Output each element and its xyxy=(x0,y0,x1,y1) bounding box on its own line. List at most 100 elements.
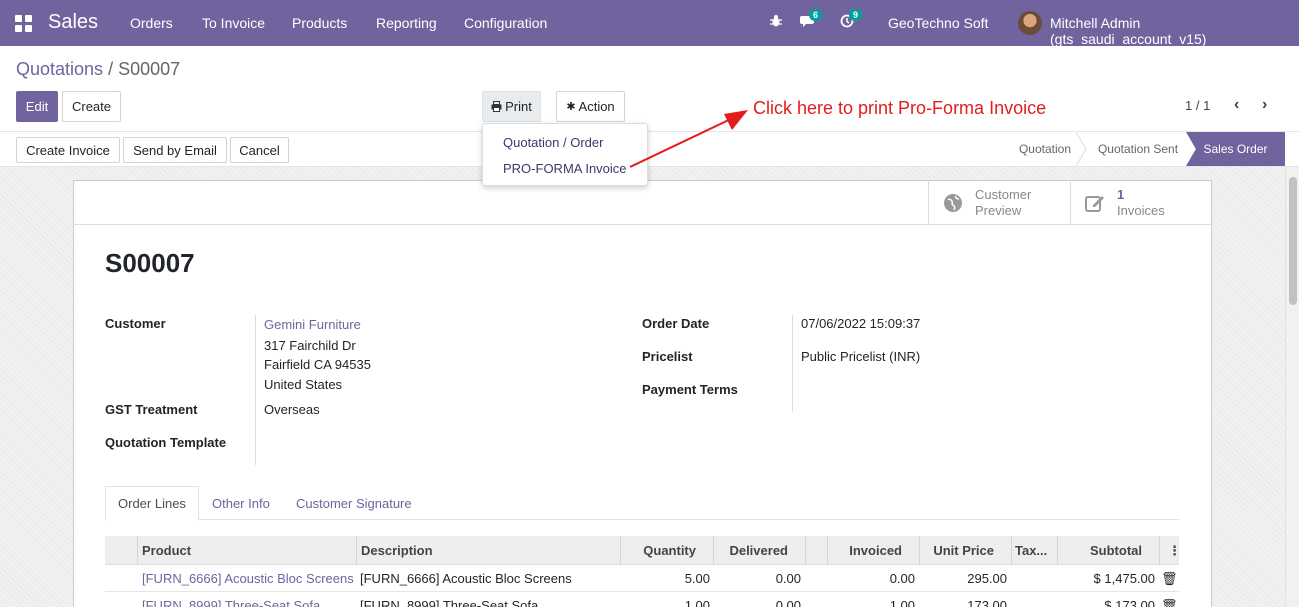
address-line-3: United States xyxy=(264,377,343,392)
tab-other-info[interactable]: Other Info xyxy=(200,486,282,520)
messages-icon[interactable]: 6 xyxy=(800,9,823,31)
print-label: Print xyxy=(505,99,532,114)
table-row[interactable]: [FURN_8999] Three-Seat Sofa [FURN_8999] … xyxy=(105,592,1179,607)
action-label: Action xyxy=(578,99,615,114)
stage-separator xyxy=(1076,132,1087,166)
col-taxes[interactable]: Tax... xyxy=(1015,543,1047,558)
customer-link[interactable]: Gemini Furniture xyxy=(264,317,361,332)
invoices-count: 1 xyxy=(1117,187,1125,202)
col-description[interactable]: Description xyxy=(361,543,433,558)
pencil-square-icon xyxy=(1085,193,1107,219)
cancel-button[interactable]: Cancel xyxy=(230,137,289,163)
field-divider xyxy=(255,315,256,465)
app-brand[interactable]: Sales xyxy=(48,11,98,34)
create-invoice-button[interactable]: Create Invoice xyxy=(16,137,120,163)
stage-sales-order[interactable]: Sales Order xyxy=(1186,132,1285,166)
customer-label: Customer xyxy=(105,316,166,331)
col-unit-price[interactable]: Unit Price xyxy=(919,543,994,558)
row-product[interactable]: [FURN_6666] Acoustic Bloc Screens xyxy=(142,571,354,586)
form-sheet: Customer Preview 1 Invoices S00007 Custo… xyxy=(73,180,1212,607)
annotation-text: Click here to print Pro-Forma Invoice xyxy=(753,98,1047,118)
gst-treatment-value[interactable]: Overseas xyxy=(264,402,320,417)
row-product[interactable]: [FURN_8999] Three-Seat Sofa xyxy=(142,598,320,607)
row-quantity: 1.00 xyxy=(684,598,710,607)
menu-products[interactable]: Products xyxy=(292,15,347,31)
action-button[interactable]: ✱ Action xyxy=(556,91,625,122)
annotation-arrow xyxy=(629,110,748,168)
smart-button-bar: Customer Preview 1 Invoices xyxy=(74,181,1211,225)
trash-icon[interactable]: 🗑 xyxy=(1161,598,1178,607)
activities-clock-icon[interactable]: 9 xyxy=(840,9,863,31)
invoices-smart-button[interactable]: 1 Invoices xyxy=(1070,181,1211,224)
stage-quotation[interactable]: Quotation xyxy=(1008,132,1082,166)
messages-badge: 6 xyxy=(809,9,823,21)
globe-icon xyxy=(943,193,963,219)
menu-orders[interactable]: Orders xyxy=(130,15,173,31)
edit-button[interactable]: Edit xyxy=(16,91,58,122)
gear-icon: ✱ xyxy=(566,101,576,113)
print-quotation-order[interactable]: Quotation / Order xyxy=(503,135,603,150)
pricelist-value[interactable]: Public Pricelist (INR) xyxy=(801,349,920,364)
order-lines-header: Product Description Quantity Delivered I… xyxy=(105,536,1181,565)
row-description: [FURN_6666] Acoustic Bloc Screens xyxy=(360,571,572,586)
chevron-right-icon[interactable]: › xyxy=(1262,96,1267,114)
optional-columns-icon[interactable]: ⋮ xyxy=(1168,543,1181,559)
tab-customer-signature[interactable]: Customer Signature xyxy=(284,486,424,520)
pager-value[interactable]: 1 / 1 xyxy=(1185,98,1210,113)
vertical-scrollbar[interactable] xyxy=(1285,167,1299,607)
customer-preview-line2: Preview xyxy=(975,203,1022,218)
record-title: S00007 xyxy=(105,248,195,278)
col-delivered[interactable]: Delivered xyxy=(713,543,788,558)
quotation-template-label: Quotation Template xyxy=(105,435,227,450)
breadcrumb-separator: / xyxy=(108,59,114,79)
order-date-label: Order Date xyxy=(642,316,710,331)
notebook-tabs: Order Lines Other Info Customer Signatur… xyxy=(105,486,1179,521)
row-invoiced: 1.00 xyxy=(889,598,915,607)
address-line-2: Fairfield CA 94535 xyxy=(264,357,371,372)
user-avatar[interactable] xyxy=(1018,11,1042,35)
menu-reporting[interactable]: Reporting xyxy=(376,15,437,31)
scrollbar-thumb[interactable] xyxy=(1289,177,1297,305)
payment-terms-label: Payment Terms xyxy=(642,382,738,397)
breadcrumb-current: S00007 xyxy=(118,59,181,79)
top-navbar: Sales Orders To Invoice Products Reporti… xyxy=(0,0,1299,47)
col-product[interactable]: Product xyxy=(142,543,191,558)
send-by-email-button[interactable]: Send by Email xyxy=(123,137,227,163)
row-subtotal: $ 173.00 xyxy=(1104,598,1155,607)
breadcrumb: Quotations / S00007 xyxy=(16,59,180,80)
print-proforma-invoice[interactable]: PRO-FORMA Invoice xyxy=(503,161,627,176)
debug-bug-icon[interactable] xyxy=(769,14,783,31)
field-divider xyxy=(792,315,793,412)
trash-icon[interactable]: 🗑 xyxy=(1161,571,1178,587)
invoices-label: Invoices xyxy=(1117,203,1165,218)
activities-badge: 9 xyxy=(849,9,863,21)
pricelist-label: Pricelist xyxy=(642,349,693,364)
row-description: [FURN_8999] Three-Seat Sofa xyxy=(360,598,539,607)
row-invoiced: 0.00 xyxy=(889,571,915,586)
create-button[interactable]: Create xyxy=(62,91,121,122)
breadcrumb-quotations[interactable]: Quotations xyxy=(16,59,103,79)
menu-to-invoice[interactable]: To Invoice xyxy=(202,15,265,31)
col-quantity[interactable]: Quantity xyxy=(620,543,696,558)
customer-preview-button[interactable]: Customer Preview xyxy=(928,181,1070,224)
company-switcher[interactable]: GeoTechno Soft xyxy=(888,15,988,31)
stage-quotation-sent[interactable]: Quotation Sent xyxy=(1088,132,1188,166)
customer-preview-line1: Customer xyxy=(975,187,1032,202)
printer-icon xyxy=(491,101,502,112)
row-unit-price: 295.00 xyxy=(967,571,1007,586)
menu-configuration[interactable]: Configuration xyxy=(464,15,547,31)
tab-order-lines[interactable]: Order Lines xyxy=(105,486,199,521)
order-date-value[interactable]: 07/06/2022 15:09:37 xyxy=(801,316,920,331)
apps-menu-icon[interactable] xyxy=(15,15,32,32)
address-line-1: 317 Fairchild Dr xyxy=(264,338,356,353)
col-subtotal[interactable]: Subtotal xyxy=(1057,543,1142,558)
table-row[interactable]: [FURN_6666] Acoustic Bloc Screens [FURN_… xyxy=(105,565,1179,592)
chevron-left-icon[interactable]: ‹ xyxy=(1234,96,1239,114)
row-unit-price: 173.00 xyxy=(967,598,1007,607)
row-delivered: 0.00 xyxy=(775,571,801,586)
user-menu[interactable]: Mitchell Admin (gts_saudi_account_v15) xyxy=(1050,15,1299,47)
print-button[interactable]: Print xyxy=(482,91,541,122)
col-invoiced[interactable]: Invoiced xyxy=(827,543,902,558)
gst-treatment-label: GST Treatment xyxy=(105,402,198,417)
row-subtotal: $ 1,475.00 xyxy=(1093,571,1155,586)
